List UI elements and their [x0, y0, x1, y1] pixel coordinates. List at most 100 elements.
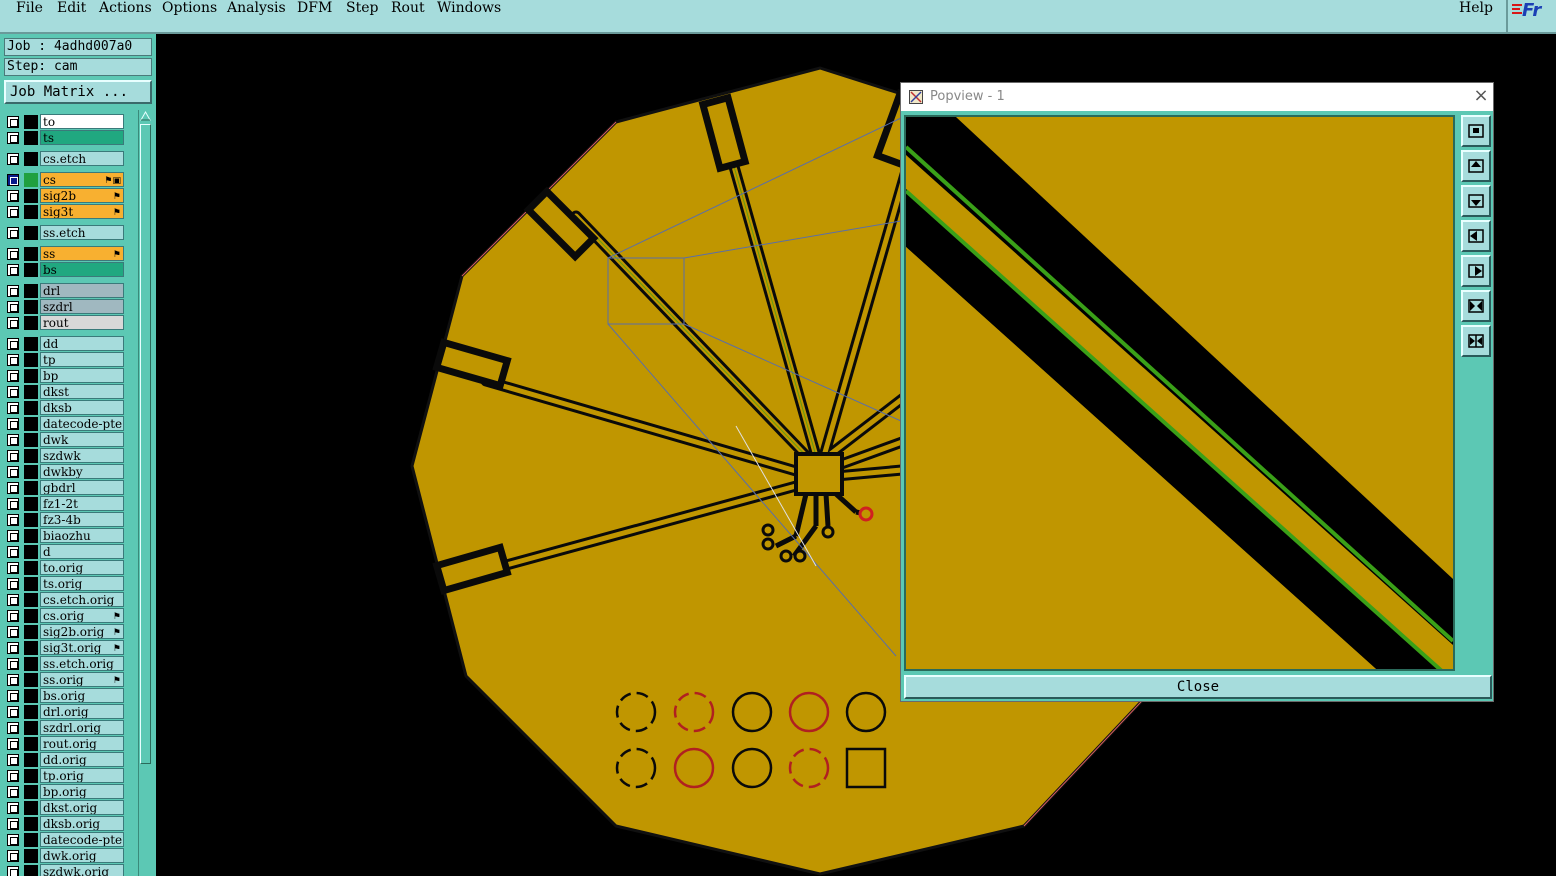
layer-display-toggle[interactable] [24, 625, 38, 639]
layer-display-toggle[interactable] [24, 545, 38, 559]
layer-display-toggle[interactable] [24, 817, 38, 831]
layer-display-toggle[interactable] [24, 337, 38, 351]
layer-display-toggle[interactable] [24, 577, 38, 591]
layer-name[interactable]: dd.orig [40, 752, 124, 767]
layer-select-checkbox[interactable] [7, 132, 19, 144]
layer-name[interactable]: sig3t.orig ⚑ [40, 640, 124, 655]
layer-select-checkbox[interactable] [7, 190, 19, 202]
layer-select-checkbox[interactable] [7, 317, 19, 329]
layer-row[interactable]: cs.etch [4, 151, 136, 167]
layer-select-checkbox[interactable] [7, 834, 19, 846]
layer-name[interactable]: fz1-2t [40, 496, 124, 511]
layer-row[interactable]: dkst.orig [4, 800, 136, 816]
layer-display-toggle[interactable] [24, 705, 38, 719]
layer-select-checkbox[interactable] [7, 227, 19, 239]
layer-row[interactable]: ts [4, 130, 136, 146]
layer-row[interactable]: ss.orig ⚑ [4, 672, 136, 688]
layer-display-toggle[interactable] [24, 173, 38, 187]
pan-up-button[interactable] [1461, 150, 1491, 182]
layer-name[interactable]: fz3-4b [40, 512, 124, 527]
layer-name[interactable]: bp.orig [40, 784, 124, 799]
layer-row[interactable]: tp [4, 352, 136, 368]
layer-name[interactable]: gbdrl [40, 480, 124, 495]
layer-row[interactable]: rout [4, 315, 136, 331]
layer-select-checkbox[interactable] [7, 402, 19, 414]
layer-row[interactable]: cs ⚑▣ [4, 172, 136, 188]
layer-select-checkbox[interactable] [7, 498, 19, 510]
layer-select-checkbox[interactable] [7, 338, 19, 350]
layer-select-checkbox[interactable] [7, 658, 19, 670]
popview-zoomed-view[interactable] [904, 115, 1455, 671]
layer-name[interactable]: dwk.orig [40, 848, 124, 863]
layer-select-checkbox[interactable] [7, 850, 19, 862]
layer-select-checkbox[interactable] [7, 610, 19, 622]
menu-step[interactable]: Step [346, 0, 378, 16]
layer-row[interactable]: dwkby [4, 464, 136, 480]
layer-select-checkbox[interactable] [7, 466, 19, 478]
pan-right-button[interactable] [1461, 255, 1491, 287]
layer-select-checkbox[interactable] [7, 770, 19, 782]
layer-row[interactable]: dwk [4, 432, 136, 448]
layer-row[interactable]: datecode-pte [4, 416, 136, 432]
pan-down-button[interactable] [1461, 185, 1491, 217]
layer-name[interactable]: ss.orig ⚑ [40, 672, 124, 687]
layer-select-checkbox[interactable] [7, 866, 19, 876]
layer-display-toggle[interactable] [24, 753, 38, 767]
layer-row[interactable]: dksb.orig [4, 816, 136, 832]
scroll-thumb[interactable] [140, 124, 151, 764]
layer-display-toggle[interactable] [24, 641, 38, 655]
layer-row[interactable]: tp.orig [4, 768, 136, 784]
layer-name[interactable]: cs.orig ⚑ [40, 608, 124, 623]
layer-display-toggle[interactable] [24, 189, 38, 203]
layer-display-toggle[interactable] [24, 300, 38, 314]
layer-row[interactable]: to.orig [4, 560, 136, 576]
layer-row[interactable]: cs.orig ⚑ [4, 608, 136, 624]
popview-title-bar[interactable]: Popview - 1 × [901, 83, 1493, 111]
layer-select-checkbox[interactable] [7, 642, 19, 654]
layer-select-checkbox[interactable] [7, 264, 19, 276]
layer-select-checkbox[interactable] [7, 706, 19, 718]
layer-select-checkbox[interactable] [7, 301, 19, 313]
scroll-up-arrow-icon[interactable] [139, 110, 152, 122]
layer-name[interactable]: dkst [40, 384, 124, 399]
menu-file[interactable]: File [16, 0, 43, 16]
layer-display-toggle[interactable] [24, 205, 38, 219]
layer-name[interactable]: dd [40, 336, 124, 351]
layer-list-scrollbar[interactable] [138, 110, 152, 876]
layer-display-toggle[interactable] [24, 689, 38, 703]
layer-name[interactable]: ts.orig [40, 576, 124, 591]
menu-actions[interactable]: Actions [99, 0, 152, 16]
layer-display-toggle[interactable] [24, 833, 38, 847]
layer-name[interactable]: datecode-pte [40, 416, 124, 431]
zoom-in-button[interactable] [1461, 325, 1491, 357]
layer-select-checkbox[interactable] [7, 818, 19, 830]
layer-name[interactable]: szdwk.orig [40, 864, 124, 876]
layer-row[interactable]: ss.etch [4, 225, 136, 241]
menu-options[interactable]: Options [162, 0, 217, 16]
layer-row[interactable]: datecode-pte [4, 832, 136, 848]
close-icon[interactable]: × [1472, 87, 1490, 105]
layer-row[interactable]: drl [4, 283, 136, 299]
layer-name[interactable]: biaozhu [40, 528, 124, 543]
layer-name[interactable]: szdrl.orig [40, 720, 124, 735]
layer-row[interactable]: dksb [4, 400, 136, 416]
layer-display-toggle[interactable] [24, 849, 38, 863]
layer-row[interactable]: drl.orig [4, 704, 136, 720]
layer-name[interactable]: bs.orig [40, 688, 124, 703]
layer-row[interactable]: fz3-4b [4, 512, 136, 528]
layer-display-toggle[interactable] [24, 561, 38, 575]
layer-name[interactable]: cs.etch [40, 151, 124, 166]
layer-select-checkbox[interactable] [7, 674, 19, 686]
layer-display-toggle[interactable] [24, 247, 38, 261]
layer-display-toggle[interactable] [24, 316, 38, 330]
menu-analysis[interactable]: Analysis [227, 0, 286, 16]
layer-display-toggle[interactable] [24, 226, 38, 240]
layer-row[interactable]: cs.etch.orig [4, 592, 136, 608]
layer-row[interactable]: sig3t.orig ⚑ [4, 640, 136, 656]
layer-name[interactable]: tp.orig [40, 768, 124, 783]
layer-row[interactable]: dwk.orig [4, 848, 136, 864]
layer-row[interactable]: bp.orig [4, 784, 136, 800]
layer-row[interactable]: fz1-2t [4, 496, 136, 512]
layer-select-checkbox[interactable] [7, 482, 19, 494]
popview-close-button[interactable]: Close [904, 675, 1492, 699]
